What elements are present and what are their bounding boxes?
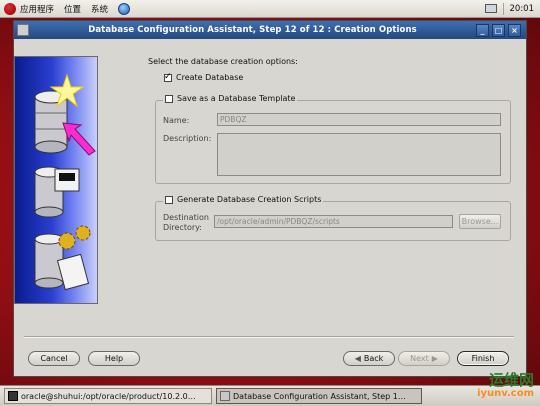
monitor-icon[interactable] — [484, 4, 497, 13]
template-name-field[interactable]: PDBQZ — [217, 113, 501, 126]
create-database-label: Create Database — [176, 73, 244, 82]
watermark-line2: iyunv.com — [477, 388, 534, 399]
cancel-button[interactable]: Cancel — [28, 351, 80, 366]
browse-button[interactable]: Browse... — [459, 214, 501, 229]
button-separator — [24, 336, 514, 338]
dbca-app-icon — [220, 391, 230, 401]
menu-applications[interactable]: 应用程序 — [20, 3, 54, 15]
template-description-field[interactable] — [217, 133, 501, 176]
database-stack-illustration — [34, 73, 96, 291]
create-database-checkbox[interactable] — [164, 72, 172, 82]
taskbar-item-dbca-label: Database Configuration Assistant, Step 1… — [233, 391, 406, 401]
title-bar[interactable]: Database Configuration Assistant, Step 1… — [14, 21, 526, 39]
description-label: Description: — [163, 134, 212, 143]
bottom-taskbar: oracle@shuhui:/opt/oracle/product/10.2.0… — [0, 385, 540, 406]
options-prompt: Select the database creation options: — [148, 57, 298, 66]
save-template-checkbox[interactable] — [165, 94, 173, 103]
destination-label: Destination — [163, 213, 209, 222]
clock[interactable]: 20:01 — [510, 4, 535, 14]
next-arrow-icon: ▶ — [431, 354, 438, 363]
generate-scripts-option[interactable]: Generate Database Creation Scripts — [163, 195, 324, 204]
wizard-illustration — [14, 56, 98, 304]
next-label: Next — [410, 354, 429, 363]
terminal-icon — [8, 391, 18, 401]
generate-scripts-checkbox[interactable] — [165, 195, 173, 204]
destination-directory-field[interactable]: /opt/oracle/admin/PDBQZ/scripts — [214, 215, 453, 228]
back-label: Back — [363, 354, 384, 363]
back-arrow-icon: ◀ — [354, 354, 361, 363]
taskbar-item-terminal-label: oracle@shuhui:/opt/oracle/product/10.2.0… — [21, 391, 196, 401]
window-title: Database Configuration Assistant, Step 1… — [88, 25, 417, 35]
directory-label: Directory: — [163, 223, 202, 232]
arrow-icon — [62, 122, 96, 156]
finish-button[interactable]: Finish — [457, 351, 509, 366]
next-button[interactable]: Next ▶ — [398, 351, 450, 366]
top-panel: 应用程序 位置 系统 20:01 — [0, 0, 540, 18]
generate-scripts-label: Generate Database Creation Scripts — [177, 195, 322, 204]
maximize-button[interactable]: □ — [492, 23, 505, 37]
minimize-button[interactable]: _ — [476, 23, 489, 37]
menu-places[interactable]: 位置 — [64, 3, 81, 15]
taskbar-item-dbca[interactable]: Database Configuration Assistant, Step 1… — [216, 388, 422, 404]
help-button[interactable]: Help — [88, 351, 140, 366]
window-menu-icon[interactable] — [17, 24, 29, 36]
panel-divider — [502, 2, 504, 15]
database-scripts-icon — [34, 225, 91, 291]
taskbar-item-terminal[interactable]: oracle@shuhui:/opt/oracle/product/10.2.0… — [4, 388, 212, 404]
database-template-icon — [34, 166, 80, 218]
name-label: Name: — [163, 116, 190, 125]
create-database-option[interactable]: Create Database — [164, 72, 244, 82]
browser-launcher-icon[interactable] — [118, 2, 131, 15]
close-button[interactable]: × — [508, 23, 521, 37]
save-template-option[interactable]: Save as a Database Template — [163, 94, 298, 103]
back-button[interactable]: ◀ Back — [343, 351, 395, 366]
redhat-menu-icon[interactable] — [4, 2, 16, 15]
menu-system[interactable]: 系统 — [91, 3, 108, 15]
watermark-line1: 运维网 — [488, 371, 534, 389]
save-template-label: Save as a Database Template — [177, 94, 296, 103]
watermark-logo: 运维网 iyunv.com — [462, 372, 534, 402]
